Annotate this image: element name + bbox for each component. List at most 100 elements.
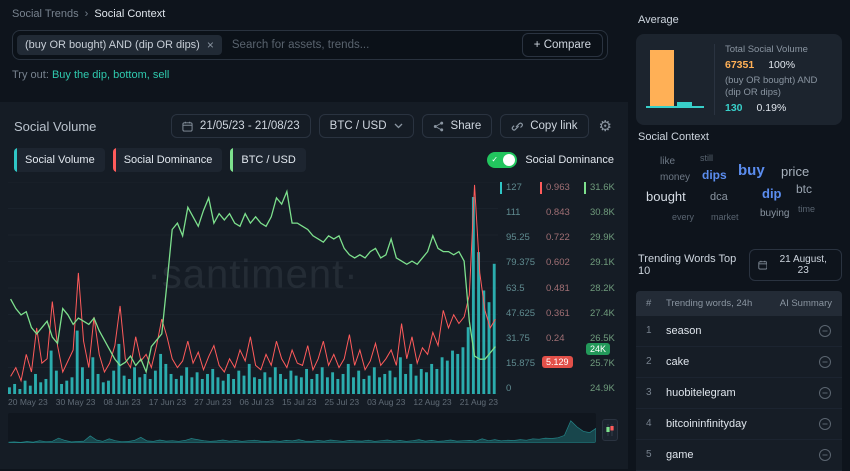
panel-title: Social Volume bbox=[14, 119, 96, 134]
query-label: (buy OR bought) AND (dip OR dips) bbox=[725, 75, 832, 99]
axis-tick: 111 bbox=[506, 207, 538, 218]
breadcrumb: Social Trends › Social Context bbox=[12, 8, 608, 20]
word-cloud-term[interactable]: btc bbox=[796, 183, 812, 195]
x-axis-label: 25 Jul 23 bbox=[325, 397, 360, 407]
query-value: 130 bbox=[725, 102, 743, 115]
toggle-knob bbox=[503, 154, 515, 166]
breadcrumb-parent[interactable]: Social Trends bbox=[12, 8, 79, 20]
trending-word-row[interactable]: 4bitcoininfinityday bbox=[636, 409, 842, 440]
breadcrumb-current: Social Context bbox=[94, 8, 165, 20]
legend-chip-btc-usd[interactable]: BTC / USD bbox=[230, 148, 305, 172]
word-cloud-term[interactable]: price bbox=[781, 165, 809, 178]
x-axis-label: 27 Jun 23 bbox=[194, 397, 231, 407]
x-axis-label: 15 Jul 23 bbox=[282, 397, 317, 407]
axis-tick: 25.7K bbox=[590, 358, 622, 369]
date-range-button[interactable]: 21/05/23 - 21/08/23 bbox=[171, 114, 311, 138]
word-cloud-term[interactable]: every bbox=[672, 213, 694, 222]
average-legend: Total Social Volume 67351 100% (buy OR b… bbox=[714, 44, 832, 115]
trending-word[interactable]: huobitelegram bbox=[666, 387, 770, 399]
word-cloud-term[interactable]: dca bbox=[710, 192, 728, 203]
trending-word-row[interactable]: 3huobitelegram bbox=[636, 378, 842, 409]
ai-summary-icon[interactable] bbox=[818, 355, 832, 369]
compare-button[interactable]: + Compare bbox=[522, 33, 603, 57]
ai-summary-button[interactable] bbox=[818, 386, 832, 400]
axis-tick: 27.4K bbox=[590, 308, 622, 319]
x-axis-label: 08 Jun 23 bbox=[103, 397, 140, 407]
ai-summary-icon[interactable] bbox=[818, 324, 832, 338]
candlestick-chart-icon[interactable] bbox=[602, 419, 618, 441]
trending-word-row[interactable]: 5game bbox=[636, 440, 842, 471]
search-input[interactable] bbox=[230, 38, 514, 52]
chevron-down-icon bbox=[394, 123, 403, 129]
pair-select[interactable]: BTC / USD bbox=[319, 114, 414, 138]
ai-summary-button[interactable] bbox=[818, 417, 832, 431]
x-axis-label: 06 Jul 23 bbox=[240, 397, 275, 407]
x-axis-labels: 20 May 2330 May 2308 Jun 2317 Jun 2327 J… bbox=[8, 397, 498, 407]
social-context-heading: Social Context bbox=[638, 131, 842, 143]
axis-tick: 63.5 bbox=[506, 283, 538, 294]
share-button[interactable]: Share bbox=[422, 114, 493, 138]
total-volume-bar bbox=[650, 50, 674, 106]
axis-tick: 0.602 bbox=[546, 257, 582, 268]
query-percent: 0.19% bbox=[757, 102, 787, 115]
ai-summary-button[interactable] bbox=[818, 448, 832, 462]
chart-plot-area[interactable]: ·santiment· bbox=[8, 182, 498, 394]
word-cloud-term[interactable]: bought bbox=[646, 190, 686, 203]
toggle-check-icon: ✓ bbox=[491, 154, 498, 166]
word-cloud-term[interactable]: dip bbox=[762, 187, 782, 200]
share-label: Share bbox=[451, 120, 482, 132]
query-volume-bar bbox=[677, 102, 692, 106]
date-range-label: 21/05/23 - 21/08/23 bbox=[200, 120, 300, 132]
chart-navigator[interactable] bbox=[8, 413, 620, 443]
trending-word[interactable]: season bbox=[666, 325, 770, 337]
try-out-row: Try out: Buy the dip, bottom, sell bbox=[12, 69, 608, 81]
ai-summary-icon[interactable] bbox=[818, 386, 832, 400]
trending-word-row[interactable]: 1season bbox=[636, 316, 842, 347]
word-cloud: like still money dipsbuy price bought dca dip bt… bbox=[638, 151, 840, 239]
total-volume-values: 67351 100% bbox=[725, 59, 832, 72]
average-panel: Total Social Volume 67351 100% (buy OR b… bbox=[636, 34, 842, 125]
ai-summary-button[interactable] bbox=[818, 355, 832, 369]
word-cloud-term[interactable]: still bbox=[700, 154, 713, 163]
link-icon bbox=[511, 120, 523, 132]
trending-word[interactable]: bitcoininfinityday bbox=[666, 418, 770, 430]
social-dominance-toggle[interactable]: ✓ bbox=[487, 152, 517, 168]
trending-word[interactable]: cake bbox=[666, 356, 770, 368]
trending-word-row[interactable]: 2cake bbox=[636, 347, 842, 378]
col-ai-summary: AI Summary bbox=[770, 298, 832, 309]
axis-tick: 31.6K bbox=[590, 182, 622, 193]
word-cloud-term[interactable]: buy bbox=[738, 163, 765, 178]
query-chip[interactable]: (buy OR bought) AND (dip OR dips) × bbox=[17, 35, 222, 55]
copy-link-button[interactable]: Copy link bbox=[500, 114, 588, 138]
try-out-links[interactable]: Buy the dip, bottom, sell bbox=[52, 69, 169, 81]
chip-close-icon[interactable]: × bbox=[207, 39, 214, 51]
trending-word[interactable]: game bbox=[666, 449, 770, 461]
word-cloud-term[interactable]: like bbox=[660, 157, 675, 167]
axis-tick: 0.361 bbox=[546, 308, 582, 319]
btc-current-badge: 24K bbox=[586, 343, 610, 355]
legend-chip-social-dominance[interactable]: Social Dominance bbox=[113, 148, 223, 172]
axis-tick: 0.722 bbox=[546, 232, 582, 243]
trending-date-label: 21 August, 23 bbox=[773, 254, 833, 276]
word-cloud-term[interactable]: dips bbox=[702, 169, 727, 181]
col-rank: # bbox=[646, 298, 666, 309]
trending-rank: 5 bbox=[646, 449, 666, 460]
navigator-mini-chart[interactable] bbox=[8, 413, 596, 443]
axis-tick: 127 bbox=[506, 182, 538, 193]
legend-chip-social-volume[interactable]: Social Volume bbox=[14, 148, 105, 172]
trending-date-button[interactable]: 21 August, 23 bbox=[749, 249, 842, 281]
plot-column: ·santiment· 20 May 2330 May 2308 Jun 231… bbox=[8, 182, 498, 407]
y-axes: 12711195.2579.37563.547.62531.7515.8750 … bbox=[498, 182, 622, 407]
search-bar[interactable]: (buy OR bought) AND (dip OR dips) × + Co… bbox=[12, 30, 608, 60]
word-cloud-term[interactable]: buying bbox=[760, 209, 789, 219]
legend-row: Social Volume Social Dominance BTC / USD… bbox=[0, 148, 628, 172]
word-cloud-term[interactable]: market bbox=[711, 213, 739, 222]
ai-summary-icon[interactable] bbox=[818, 448, 832, 462]
settings-gear-icon[interactable]: ⚙ bbox=[597, 117, 614, 135]
ai-summary-button[interactable] bbox=[818, 324, 832, 338]
axis-social-volume: 12711195.2579.37563.547.62531.7515.8750 bbox=[498, 182, 538, 394]
trending-rank: 2 bbox=[646, 356, 666, 367]
ai-summary-icon[interactable] bbox=[818, 417, 832, 431]
word-cloud-term[interactable]: time bbox=[798, 205, 815, 214]
word-cloud-term[interactable]: money bbox=[660, 173, 690, 183]
